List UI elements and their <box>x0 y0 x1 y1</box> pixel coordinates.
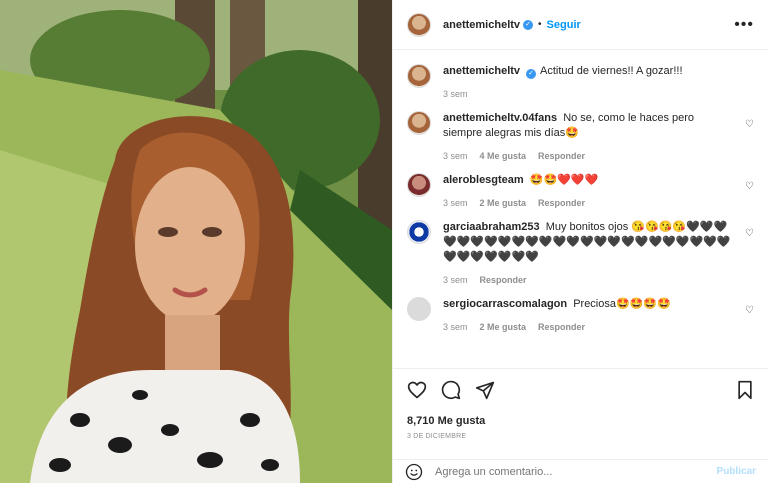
author-avatar[interactable] <box>407 12 431 37</box>
commenter-username[interactable]: garciaabraham253 <box>443 221 540 233</box>
verified-badge-icon: ✓ <box>526 69 537 79</box>
commenter-avatar[interactable] <box>407 173 431 197</box>
reply-button[interactable]: Responder <box>538 151 585 161</box>
comment-likes[interactable]: 4 Me gusta <box>480 151 527 161</box>
caption-username[interactable]: anettemicheltv <box>443 65 520 77</box>
smiley-icon[interactable] <box>405 463 423 481</box>
comment-time[interactable]: 3 sem <box>443 275 468 285</box>
comment-item: anettemicheltv.04fans No se, como le hac… <box>407 111 754 161</box>
commenter-avatar[interactable] <box>407 220 431 244</box>
post-detail-panel: anettemicheltv ✓ • Seguir ••• anettemich… <box>392 0 768 483</box>
comment-time[interactable]: 3 sem <box>443 198 468 208</box>
comment-composer: Publicar <box>393 459 768 483</box>
like-comment-heart-icon[interactable]: ♡ <box>745 181 754 192</box>
comment-item: sergiocarrascomalagon Preciosa🤩🤩🤩🤩 3 sem… <box>407 297 754 332</box>
post-photo[interactable] <box>0 0 392 483</box>
comment-item: aleroblesgteam 🤩🤩❤️❤️❤️ 3 sem 2 Me gusta… <box>407 173 754 208</box>
commenter-username[interactable]: anettemicheltv.04fans <box>443 112 557 124</box>
heart-icon[interactable] <box>407 380 427 405</box>
publish-button[interactable]: Publicar <box>717 466 756 477</box>
commenter-avatar[interactable] <box>407 111 431 135</box>
post-header: anettemicheltv ✓ • Seguir ••• <box>393 0 768 50</box>
verified-badge-icon: ✓ <box>523 19 534 30</box>
post-actions: 8,710 Me gusta 3 DE DICIEMBRE <box>393 368 768 440</box>
comment-time[interactable]: 3 sem <box>443 151 468 161</box>
comment-item: garciaabraham253 Muy bonitos ojos 😘😘😘😘🖤🖤… <box>407 220 754 285</box>
like-comment-heart-icon[interactable]: ♡ <box>745 119 754 130</box>
follow-button[interactable]: Seguir <box>547 19 581 31</box>
author-avatar[interactable] <box>407 64 431 88</box>
caption: anettemicheltv ✓ Actitud de viernes!! A go… <box>407 64 754 99</box>
commenter-username[interactable]: aleroblesgteam <box>443 174 524 186</box>
post-date: 3 DE DICIEMBRE <box>407 433 467 440</box>
comment-likes[interactable]: 2 Me gusta <box>480 322 527 332</box>
author-username[interactable]: anettemicheltv <box>443 19 520 31</box>
separator-dot: • <box>538 19 542 30</box>
caption-time[interactable]: 3 sem <box>443 89 468 99</box>
like-comment-heart-icon[interactable]: ♡ <box>745 305 754 316</box>
likes-count[interactable]: 8,710 Me gusta <box>407 415 754 427</box>
more-options-icon[interactable]: ••• <box>734 16 754 33</box>
like-comment-heart-icon[interactable]: ♡ <box>745 228 754 239</box>
comments-list[interactable]: anettemicheltv ✓ Actitud de viernes!! A go… <box>393 50 768 368</box>
comment-likes[interactable]: 2 Me gusta <box>480 198 527 208</box>
commenter-username[interactable]: sergiocarrascomalagon <box>443 298 567 310</box>
caption-text: Actitud de viernes!! A gozar!!! <box>540 65 683 77</box>
comment-text: Preciosa🤩🤩🤩🤩 <box>573 298 671 310</box>
share-icon[interactable] <box>475 380 495 405</box>
comment-text: 🤩🤩❤️❤️❤️ <box>529 174 599 186</box>
reply-button[interactable]: Responder <box>538 322 585 332</box>
comment-input[interactable] <box>435 465 717 478</box>
reply-button[interactable]: Responder <box>480 275 527 285</box>
bookmark-icon[interactable] <box>736 380 754 405</box>
reply-button[interactable]: Responder <box>538 198 585 208</box>
comment-time[interactable]: 3 sem <box>443 322 468 332</box>
comment-icon[interactable] <box>441 380 461 405</box>
commenter-avatar[interactable] <box>407 297 431 321</box>
post-photo-illustration <box>0 0 392 483</box>
